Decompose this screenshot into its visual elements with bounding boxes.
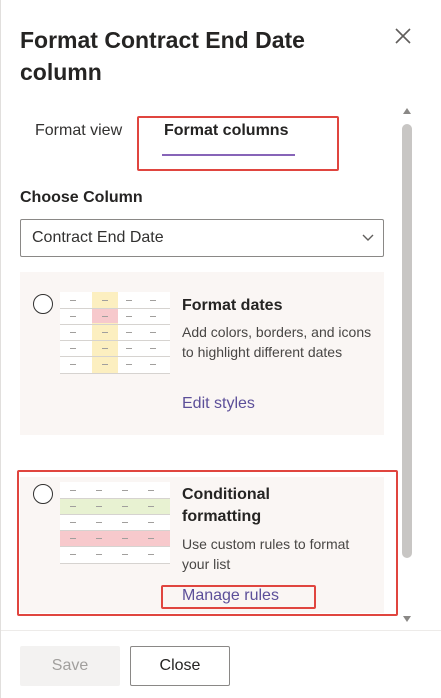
panel-footer: Save Close	[1, 630, 441, 698]
choose-column-label: Choose Column	[20, 189, 143, 206]
annotation-highlight-tab	[137, 116, 339, 171]
format-dates-title: Format dates	[182, 297, 283, 314]
save-button[interactable]: Save	[20, 646, 120, 686]
scroll-down-arrow-icon[interactable]	[403, 616, 411, 622]
format-dates-card[interactable]: Format dates Add colors, borders, and ic…	[20, 272, 384, 435]
format-column-panel: Format Contract End Date column Format v…	[0, 0, 441, 698]
format-dates-radio[interactable]	[33, 294, 53, 314]
format-dates-description: Add colors, borders, and icons to highli…	[182, 324, 372, 360]
annotation-highlight-manage-rules	[161, 585, 316, 609]
close-button[interactable]: Close	[130, 646, 230, 686]
edit-styles-link[interactable]: Edit styles	[182, 395, 255, 413]
scrollbar-thumb[interactable]	[402, 124, 412, 558]
column-dropdown[interactable]: Contract End Date	[20, 219, 384, 257]
scroll-up-arrow-icon[interactable]	[403, 108, 411, 114]
panel-title: Format Contract End Date column	[20, 27, 305, 85]
tab-format-view[interactable]: Format view	[35, 120, 122, 142]
chevron-down-icon	[362, 234, 374, 241]
close-icon[interactable]	[391, 24, 415, 48]
format-dates-thumbnail-icon	[60, 292, 170, 374]
column-dropdown-value: Contract End Date	[32, 229, 164, 246]
